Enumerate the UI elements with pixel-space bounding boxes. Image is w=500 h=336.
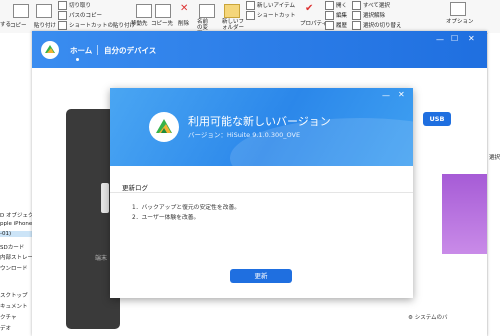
select-none-button[interactable]: 選択解除 [352,11,385,20]
properties-check-icon[interactable]: ✔ [305,3,316,14]
copy-to-label[interactable]: コピー先 [151,19,173,27]
log-item: 2．ユーザー体験を改善。 [132,215,200,221]
rename-icon[interactable] [199,4,215,18]
open-icon [325,1,334,10]
invert-select-icon [352,21,361,30]
scissors-icon [58,1,67,10]
dialog-header: 利用可能な新しいバージョン バージョン：HiSuite 9.1.0.300_OV… [110,88,413,166]
shortcut-button[interactable]: ショートカット [246,11,296,20]
log-item: 1．バックアップと復元の安定性を改善。 [132,205,241,211]
usb-button[interactable]: USB [423,112,451,126]
divider [110,192,413,193]
update-button[interactable]: 更新 [230,269,292,283]
update-log-heading: 更新ログ [122,184,148,192]
edit-icon [325,11,334,20]
new-folder-icon[interactable] [224,4,240,18]
shortcut-link-icon [246,11,255,20]
copy-icon[interactable] [13,4,29,18]
tab-active-indicator [76,58,79,61]
options-label[interactable]: オプション [446,17,474,25]
system-backup-item[interactable]: ⚙ システムのバ [408,313,468,321]
select-none-icon [352,11,361,20]
options-icon[interactable] [450,2,466,16]
tab-divider [97,45,98,55]
copy-to-icon[interactable] [155,4,171,18]
close-icon[interactable]: ✕ [468,34,475,43]
open-button[interactable]: 開く [325,1,347,10]
hisuite-dialog-logo-icon [149,112,179,142]
phone-text: 端末 [95,255,108,262]
copy-path-button[interactable]: パスのコピー [58,11,102,20]
explorer-nav-pane: D オブジェクト pple iPhone -01) SDカード 内部ストレー ウ… [0,33,40,336]
purple-banner [442,174,487,254]
cut-button[interactable]: 切り取り [58,1,91,10]
right-pane-text: 選択 [489,155,500,161]
dialog-minimize-icon[interactable]: — [382,91,390,100]
dialog-version: バージョン：HiSuite 9.1.0.300_OVE [188,131,301,139]
minimize-icon[interactable]: — [436,35,444,44]
history-button[interactable]: 履歴 [325,21,347,30]
paste-label[interactable]: 貼り付け [34,21,56,29]
new-folder-label[interactable]: 新しいフォルダー [222,19,246,31]
hisuite-logo-icon [41,41,59,59]
explorer-right-pane: 選択 [488,33,500,336]
tab-home[interactable]: ホーム [70,45,92,56]
shortcut-icon [58,21,67,30]
select-all-icon [352,1,361,10]
hisuite-header: ホーム 自分のデバイス — ☐ ✕ [32,31,487,68]
delete-label[interactable]: 削除 [178,19,189,27]
paste-icon[interactable] [36,4,52,18]
phone-side-panel [101,183,109,213]
explorer-ribbon: する コピー 貼り付け 切り取り パスのコピー ショートカットの貼り付け 移動先… [0,0,500,37]
dialog-title: 利用可能な新しいバージョン [188,115,331,128]
update-dialog: 利用可能な新しいバージョン バージョン：HiSuite 9.1.0.300_OV… [110,88,413,298]
new-item-icon [246,1,255,10]
move-to-label[interactable]: 移動先 [131,19,148,27]
tab-my-device[interactable]: 自分のデバイス [104,45,156,56]
select-all-button[interactable]: すべて選択 [352,1,390,10]
gear-icon: ⚙ [408,315,413,321]
invert-select-button[interactable]: 選択の切り替え [352,21,402,30]
new-item-button[interactable]: 新しいアイテム [246,1,295,10]
properties-label[interactable]: プロパティ [300,19,327,27]
path-icon [58,11,67,20]
edit-button[interactable]: 編集 [325,11,347,20]
maximize-icon[interactable]: ☐ [451,34,458,43]
move-to-icon[interactable] [136,4,152,18]
delete-icon[interactable]: ✕ [180,4,190,14]
history-icon [325,21,334,30]
copy-label[interactable]: コピー [10,21,27,29]
paste-shortcut-button[interactable]: ショートカットの貼り付け [58,21,135,30]
dialog-close-icon[interactable]: ✕ [398,90,405,99]
